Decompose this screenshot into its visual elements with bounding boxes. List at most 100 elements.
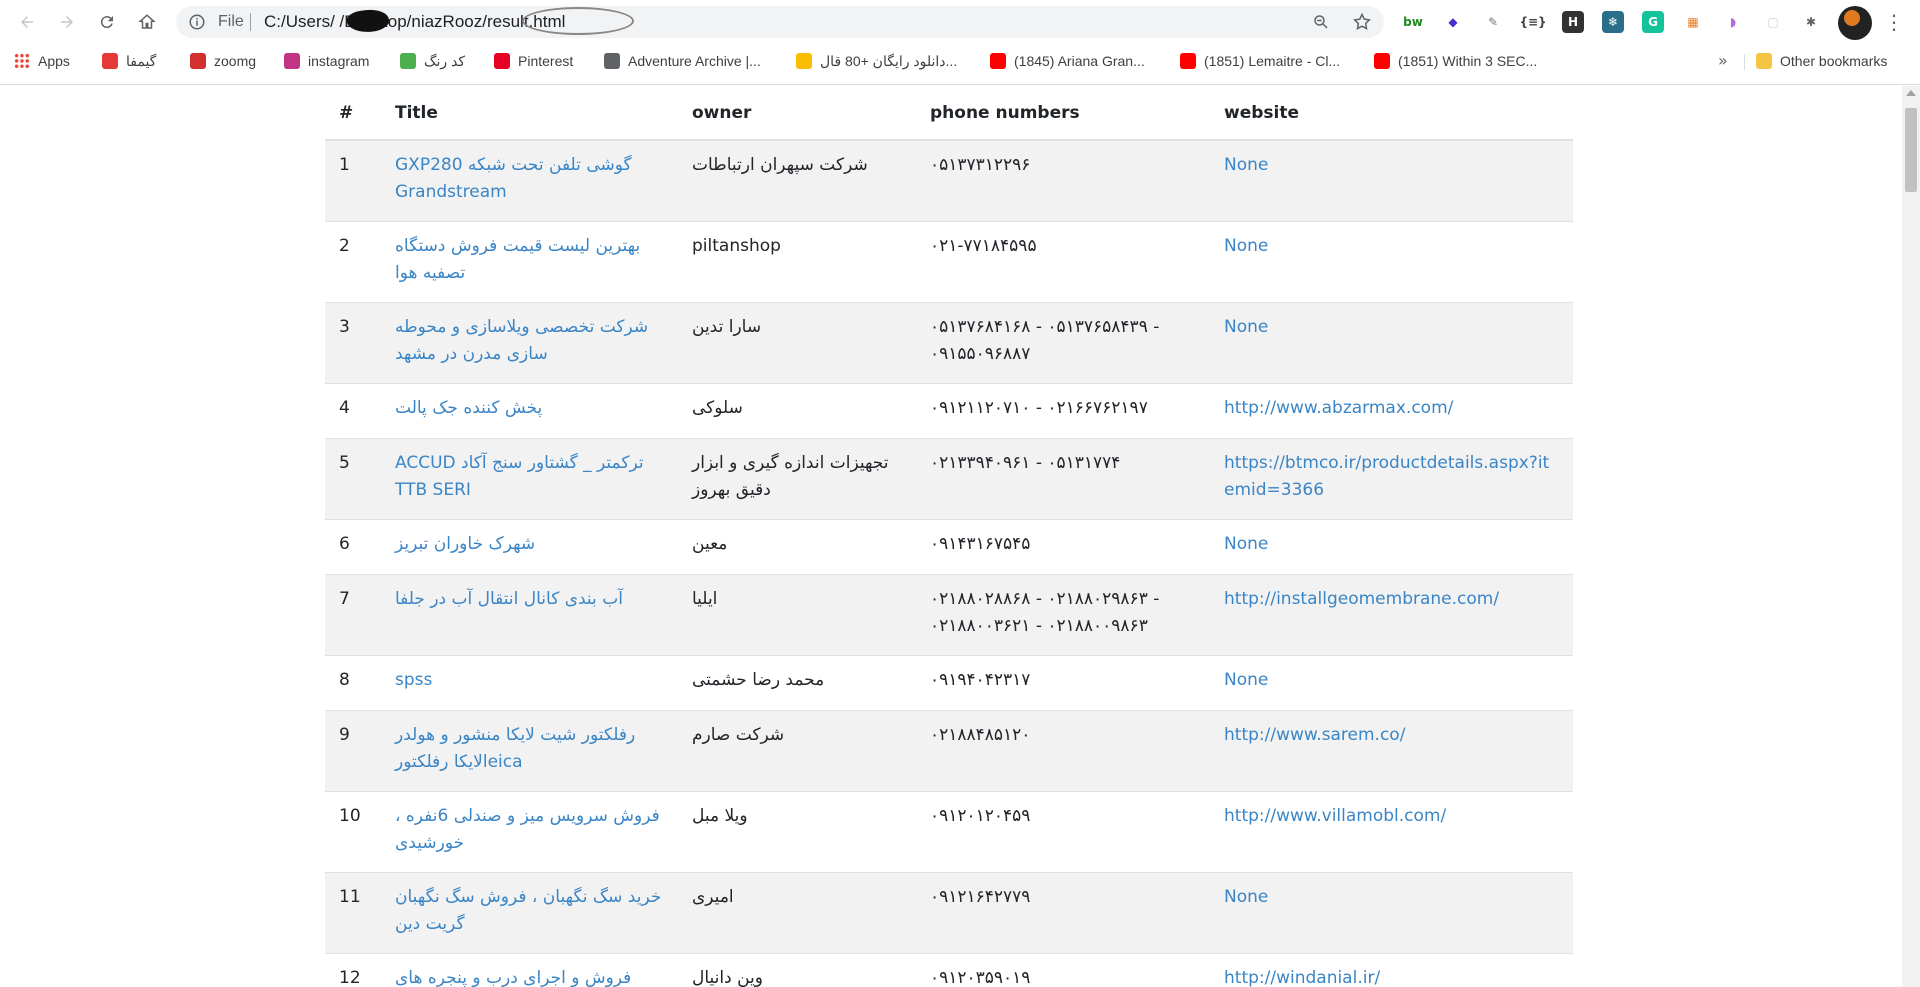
- address-bar[interactable]: File C:/Users/ /Desktop/niazRooz/result.…: [176, 6, 1384, 38]
- table-row: 1 گوشی تلفن تحت شبکه GXP280 Grandstream شر…: [325, 139, 1573, 221]
- title-link[interactable]: شرکت تخصصی ویلاسازی و محوطه سازی مدرن در…: [395, 317, 648, 364]
- scroll-thumb[interactable]: [1905, 108, 1917, 192]
- row-number: 1: [325, 139, 381, 221]
- bookmark-item[interactable]: Pinterest: [494, 51, 573, 71]
- website-link[interactable]: http://www.abzarmax.com/: [1224, 398, 1453, 418]
- bookmark-item[interactable]: کد رنگ: [400, 51, 465, 71]
- website-link[interactable]: http://windanial.ir/: [1224, 968, 1380, 987]
- url-text[interactable]: C:/Users/ /Desktop/niazRooz/result.html: [264, 12, 565, 32]
- website-link[interactable]: None: [1224, 887, 1268, 907]
- scroll-up-arrow-icon[interactable]: [1906, 90, 1916, 96]
- extension-icon[interactable]: ❄: [1602, 11, 1624, 33]
- bookmark-item[interactable]: Apps: [14, 51, 70, 71]
- extension-icon[interactable]: ✱: [1800, 11, 1822, 33]
- table-row: 7 آب بندی کانال انتقال آب در جلفا ایلیا ۰۲۱…: [325, 573, 1573, 655]
- drive-icon: [796, 53, 812, 69]
- website-link[interactable]: None: [1224, 317, 1268, 337]
- phone-cell: ۰۹۱۹۴۰۴۲۳۱۷: [916, 654, 1210, 710]
- title-cell: رفلکتور شیت لایکا منشور و هولدر leicaلای…: [381, 709, 678, 791]
- title-link[interactable]: بهترین لیست قیمت فروش دستگاه تصفیه هوا: [395, 236, 640, 283]
- website-link[interactable]: http://www.villamobl.com/: [1224, 806, 1446, 826]
- extension-icon[interactable]: bw: [1402, 11, 1424, 33]
- row-number: 4: [325, 382, 381, 438]
- bookmark-item[interactable]: دانلود رایگان +80 قال...: [796, 51, 957, 71]
- title-cell: شرکت تخصصی ویلاسازی و محوطه سازی مدرن در…: [381, 301, 678, 383]
- extension-icon[interactable]: ◆: [1442, 11, 1464, 33]
- reload-icon[interactable]: [94, 9, 120, 35]
- info-icon[interactable]: [188, 13, 206, 31]
- vertical-scrollbar[interactable]: [1902, 86, 1920, 987]
- website-link[interactable]: http://www.sarem.co/: [1224, 725, 1405, 745]
- menu-kebab-icon[interactable]: ⋮: [1884, 12, 1904, 32]
- title-cell: spss: [381, 654, 678, 710]
- profile-avatar[interactable]: [1838, 6, 1872, 40]
- extension-icon[interactable]: ▢: [1762, 11, 1784, 33]
- website-cell: None: [1210, 301, 1573, 383]
- title-link[interactable]: شهرک خاوران تبریز: [395, 534, 535, 554]
- bookmark-item[interactable]: Adventure Archive |...: [604, 51, 761, 71]
- bookmark-label: Apps: [38, 53, 70, 69]
- extension-icon[interactable]: H: [1562, 11, 1584, 33]
- website-cell: http://www.villamobl.com/: [1210, 790, 1573, 872]
- header-website: website: [1210, 86, 1573, 141]
- title-link[interactable]: رفلکتور شیت لایکا منشور و هولدر leicaلای…: [395, 725, 635, 772]
- other-bookmarks[interactable]: Other bookmarks: [1756, 51, 1887, 71]
- bookmark-item[interactable]: (1851) Lemaitre - Cl...: [1180, 51, 1340, 71]
- website-cell: None: [1210, 139, 1573, 221]
- website-cell: None: [1210, 518, 1573, 574]
- bookmark-item[interactable]: instagram: [284, 51, 369, 71]
- header-title: Title: [381, 86, 678, 141]
- home-icon[interactable]: [134, 9, 160, 35]
- bookmarks-divider: [1744, 54, 1745, 70]
- website-cell: http://installgeomembrane.com/: [1210, 573, 1573, 655]
- bookmark-item[interactable]: گیمفا: [102, 51, 156, 71]
- bookmarks-overflow-button[interactable]: »: [1718, 51, 1728, 70]
- extension-icon[interactable]: ✎: [1482, 11, 1504, 33]
- title-link[interactable]: spss: [395, 670, 432, 690]
- website-link[interactable]: http://installgeomembrane.com/: [1224, 589, 1499, 609]
- phone-cell: ۰۲۱-۷۷۱۸۴۵۹۵: [916, 220, 1210, 302]
- pinterest-icon: [494, 53, 510, 69]
- bookmark-item[interactable]: (1851) Within 3 SEC...: [1374, 51, 1537, 71]
- zoom-icon[interactable]: [1312, 13, 1330, 31]
- bookmark-label: (1851) Within 3 SEC...: [1398, 53, 1538, 69]
- title-link[interactable]: ترکمتر _ گشتاور سنج آکاد ACCUD TTB SERI: [395, 453, 644, 500]
- title-cell: فروش سرویس میز و صندلی 6نفره ، خورشیدی: [381, 790, 678, 872]
- row-number: 6: [325, 518, 381, 574]
- phone-cell: ۰۹۱۲۰۱۲۰۴۵۹: [916, 790, 1210, 872]
- extension-icon[interactable]: ◗: [1722, 11, 1744, 33]
- extension-icon[interactable]: {≡}: [1519, 11, 1547, 33]
- title-link[interactable]: خرید سگ نگهبان ، فروش سگ نگهبان گریت دین: [395, 887, 661, 934]
- website-cell: http://www.abzarmax.com/: [1210, 382, 1573, 438]
- bookmark-star-icon[interactable]: [1352, 12, 1372, 32]
- bookmark-label: Pinterest: [518, 53, 574, 69]
- website-cell: None: [1210, 654, 1573, 710]
- bookmark-item[interactable]: (1845) Ariana Gran...: [990, 51, 1145, 71]
- bookmark-item[interactable]: zoomg: [190, 51, 256, 71]
- table-row: 9 رفلکتور شیت لایکا منشور و هولدر leicaلا…: [325, 709, 1573, 791]
- title-cell: خرید سگ نگهبان ، فروش سگ نگهبان گریت دین: [381, 871, 678, 953]
- website-cell: http://www.sarem.co/: [1210, 709, 1573, 791]
- table-header-row: # Title owner phone numbers website: [325, 86, 1573, 141]
- website-link[interactable]: None: [1224, 155, 1268, 175]
- title-link[interactable]: پخش کننده جک پالت: [395, 398, 542, 418]
- phone-cell: ۰۵۱۳۷۶۸۴۱۶۸ - ۰۵۱۳۷۶۵۸۴۳۹ - ۰۹۱۵۵۰۹۶۸۸۷: [916, 301, 1210, 383]
- title-link[interactable]: فروش و اجرای درب و پنجره های: [395, 968, 631, 987]
- page-content: # Title owner phone numbers website 1 گوش…: [0, 86, 1902, 987]
- results-table: # Title owner phone numbers website 1 گوش…: [325, 86, 1573, 987]
- owner-cell: معین: [678, 518, 916, 574]
- forward-arrow-icon[interactable]: [54, 9, 80, 35]
- row-number: 9: [325, 709, 381, 791]
- browser-chrome: File C:/Users/ /Desktop/niazRooz/result.…: [0, 0, 1920, 85]
- website-link[interactable]: None: [1224, 534, 1268, 554]
- website-link[interactable]: https://btmco.ir/productdetails.aspx?ite…: [1224, 453, 1549, 500]
- title-link[interactable]: فروش سرویس میز و صندلی 6نفره ، خورشیدی: [395, 806, 660, 853]
- instagram-icon: [284, 53, 300, 69]
- website-link[interactable]: None: [1224, 670, 1268, 690]
- back-arrow-icon[interactable]: [14, 9, 40, 35]
- title-link[interactable]: آب بندی کانال انتقال آب در جلفا: [395, 589, 623, 609]
- extension-icon[interactable]: ▦: [1682, 11, 1704, 33]
- title-link[interactable]: گوشی تلفن تحت شبکه GXP280 Grandstream: [395, 155, 632, 202]
- extension-icon[interactable]: G: [1642, 11, 1664, 33]
- website-link[interactable]: None: [1224, 236, 1268, 256]
